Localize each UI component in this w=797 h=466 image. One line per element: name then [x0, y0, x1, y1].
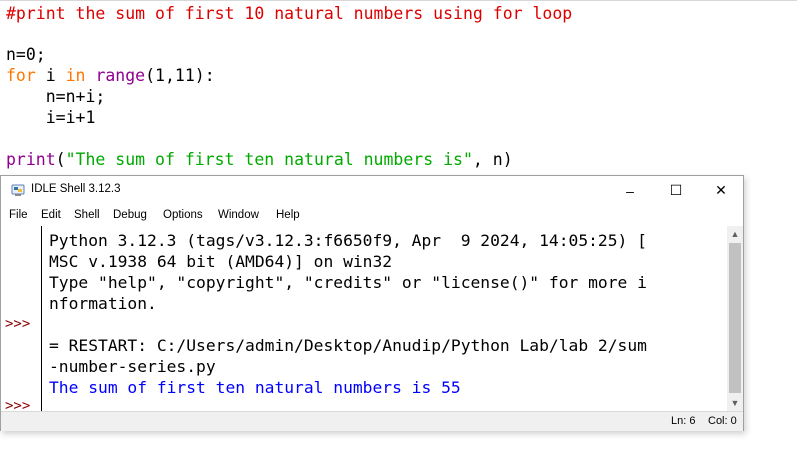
shell-output-area[interactable]: >>> >>> Python 3.12.3 (tags/v3.12.3:f665… — [1, 226, 743, 414]
print-builtin: print — [6, 150, 56, 169]
print-open-paren: ( — [55, 150, 66, 169]
output-line: Type "help", "copyright", "credits" or "… — [49, 273, 647, 292]
program-output: The sum of first ten natural numbers is … — [49, 378, 461, 397]
output-line: nformation. — [49, 294, 157, 313]
code-line-body-1: n=n+i; — [6, 87, 106, 106]
menu-file[interactable]: File — [9, 209, 28, 221]
restart-line: = RESTART: C:/Users/admin/Desktop/Anudip… — [49, 336, 647, 355]
vertical-scrollbar[interactable]: ▲ ▼ — [727, 226, 743, 411]
prompt-gutter: >>> >>> — [1, 226, 42, 414]
menu-bar: File Edit Shell Debug Options Window Hel… — [1, 205, 743, 226]
output-line: Python 3.12.3 (tags/v3.12.3:f6650f9, Apr… — [49, 231, 647, 250]
menu-debug[interactable]: Debug — [113, 209, 147, 221]
minimize-button[interactable]: – — [607, 176, 653, 205]
title-bar[interactable]: IDLE Shell 3.12.3 – ☐ ✕ — [1, 176, 743, 205]
menu-shell[interactable]: Shell — [74, 209, 100, 221]
for-keyword: for — [6, 66, 36, 85]
code-editor[interactable]: #print the sum of first 10 natural numbe… — [0, 0, 797, 177]
menu-help[interactable]: Help — [276, 209, 300, 221]
print-rest: , n) — [472, 150, 513, 169]
column-number: Col: 0 — [708, 415, 737, 427]
close-button[interactable]: ✕ — [698, 176, 744, 205]
code-line-print: print("The sum of first ten natural numb… — [6, 150, 513, 170]
in-keyword: in — [65, 66, 86, 85]
line-number: Ln: 6 — [671, 415, 696, 427]
range-arguments: (1,11): — [145, 66, 215, 85]
python-icon — [11, 184, 25, 196]
print-string: "The sum of first ten natural numbers is… — [65, 150, 473, 169]
scroll-down-icon[interactable]: ▼ — [727, 395, 743, 411]
menu-edit[interactable]: Edit — [41, 209, 61, 221]
code-line-body-2: i=i+1 — [6, 108, 96, 127]
idle-shell-window: IDLE Shell 3.12.3 – ☐ ✕ File Edit Shell … — [0, 175, 744, 431]
loop-variable: i — [35, 66, 66, 85]
scroll-up-icon[interactable]: ▲ — [727, 226, 743, 242]
shell-prompt: >>> — [5, 316, 31, 332]
menu-window[interactable]: Window — [218, 209, 259, 221]
range-builtin: range — [95, 66, 146, 85]
maximize-button[interactable]: ☐ — [653, 176, 699, 205]
status-bar: Ln: 6 Col: 0 — [1, 411, 743, 431]
menu-options[interactable]: Options — [163, 209, 203, 221]
code-line-init: n=0; — [6, 45, 46, 64]
code-line-for: for i in range(1,11): — [6, 66, 215, 86]
window-title: IDLE Shell 3.12.3 — [31, 183, 121, 195]
code-comment: #print the sum of first 10 natural numbe… — [6, 4, 573, 23]
restart-line-continued: -number-series.py — [49, 357, 216, 376]
output-line: MSC v.1938 64 bit (AMD64)] on win32 — [49, 252, 393, 271]
scrollbar-thumb[interactable] — [729, 243, 741, 393]
